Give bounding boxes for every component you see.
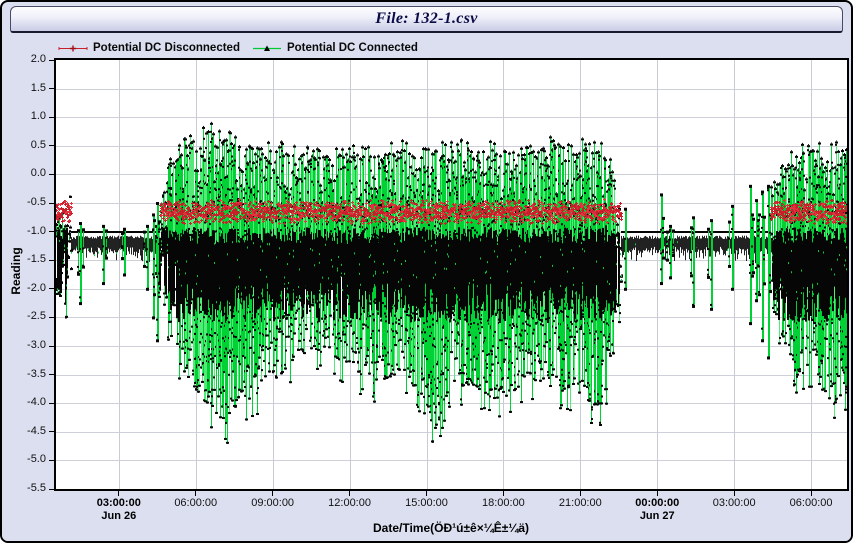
y-tick-mark <box>49 231 54 232</box>
y-tick-mark <box>49 117 54 118</box>
red-line-plus-marker-icon <box>58 44 88 53</box>
y-tick-mark <box>49 460 54 461</box>
y-tick-mark <box>49 317 54 318</box>
x-tick-label: 00:00:00 <box>622 497 692 509</box>
legend-item-connected[interactable]: Potential DC Connected <box>252 42 418 54</box>
title-bar: File: 132-1.csv <box>10 6 843 33</box>
x-tick-label: 03:00:00 <box>84 497 154 509</box>
y-tick-mark <box>49 145 54 146</box>
y-axis-title: Reading <box>9 241 23 301</box>
x-tick-mark <box>426 491 427 496</box>
x-tick-mark <box>811 491 812 496</box>
window-title: File: 132-1.csv <box>375 10 477 28</box>
x-tick-label: 15:00:00 <box>392 497 462 509</box>
x-tick-mark <box>503 491 504 496</box>
y-tick-label: -5.0 <box>18 453 46 465</box>
y-tick-label: -4.0 <box>18 396 46 408</box>
y-tick-label: 2.0 <box>18 53 46 65</box>
legend-label-connected: Potential DC Connected <box>287 42 418 54</box>
green-line-triangle-marker-icon <box>252 44 282 53</box>
y-tick-mark <box>49 288 54 289</box>
x-axis-title: Date/Time(ÖÐ¹ú±ê×¼Ê±¼ä) <box>301 521 601 535</box>
y-tick-mark <box>49 374 54 375</box>
y-tick-label: -3.5 <box>18 368 46 380</box>
x-tick-mark <box>118 491 119 496</box>
y-tick-mark <box>49 431 54 432</box>
plot-canvas[interactable] <box>56 60 847 489</box>
y-tick-mark <box>49 174 54 175</box>
x-tick-mark <box>349 491 350 496</box>
y-tick-label: 0.0 <box>18 167 46 179</box>
x-tick-label: 06:00:00 <box>161 497 231 509</box>
legend-item-disconnected[interactable]: Potential DC Disconnected <box>58 42 240 54</box>
x-tick-date-label: Jun 27 <box>622 510 692 522</box>
y-tick-label: 0.5 <box>18 139 46 151</box>
x-tick-label: 12:00:00 <box>315 497 385 509</box>
y-tick-mark <box>49 489 54 490</box>
y-tick-mark <box>49 60 54 61</box>
y-tick-label: -5.5 <box>18 482 46 494</box>
x-tick-mark <box>580 491 581 496</box>
legend-label-disconnected: Potential DC Disconnected <box>93 42 240 54</box>
y-tick-mark <box>49 203 54 204</box>
x-tick-date-label: Jun 26 <box>84 510 154 522</box>
y-tick-label: 1.5 <box>18 82 46 94</box>
x-tick-label: 09:00:00 <box>238 497 308 509</box>
y-tick-mark <box>49 260 54 261</box>
x-tick-mark <box>195 491 196 496</box>
x-tick-mark <box>734 491 735 496</box>
y-tick-label: -1.0 <box>18 225 46 237</box>
y-tick-label: -0.5 <box>18 196 46 208</box>
x-tick-mark <box>657 491 658 496</box>
x-tick-label: 21:00:00 <box>545 497 615 509</box>
x-tick-label: 18:00:00 <box>468 497 538 509</box>
y-tick-mark <box>49 346 54 347</box>
y-tick-label: -3.0 <box>18 339 46 351</box>
y-tick-mark <box>49 88 54 89</box>
y-tick-label: 1.0 <box>18 110 46 122</box>
y-tick-label: -2.5 <box>18 310 46 322</box>
chart-panel: Potential DC Disconnected Potential DC C… <box>2 33 851 541</box>
y-tick-label: -4.5 <box>18 425 46 437</box>
x-tick-label: 06:00:00 <box>776 497 846 509</box>
legend: Potential DC Disconnected Potential DC C… <box>58 41 418 55</box>
x-tick-label: 03:00:00 <box>699 497 769 509</box>
y-tick-mark <box>49 403 54 404</box>
application-window: File: 132-1.csv Potential DC Disconnecte… <box>0 0 853 543</box>
x-tick-mark <box>272 491 273 496</box>
